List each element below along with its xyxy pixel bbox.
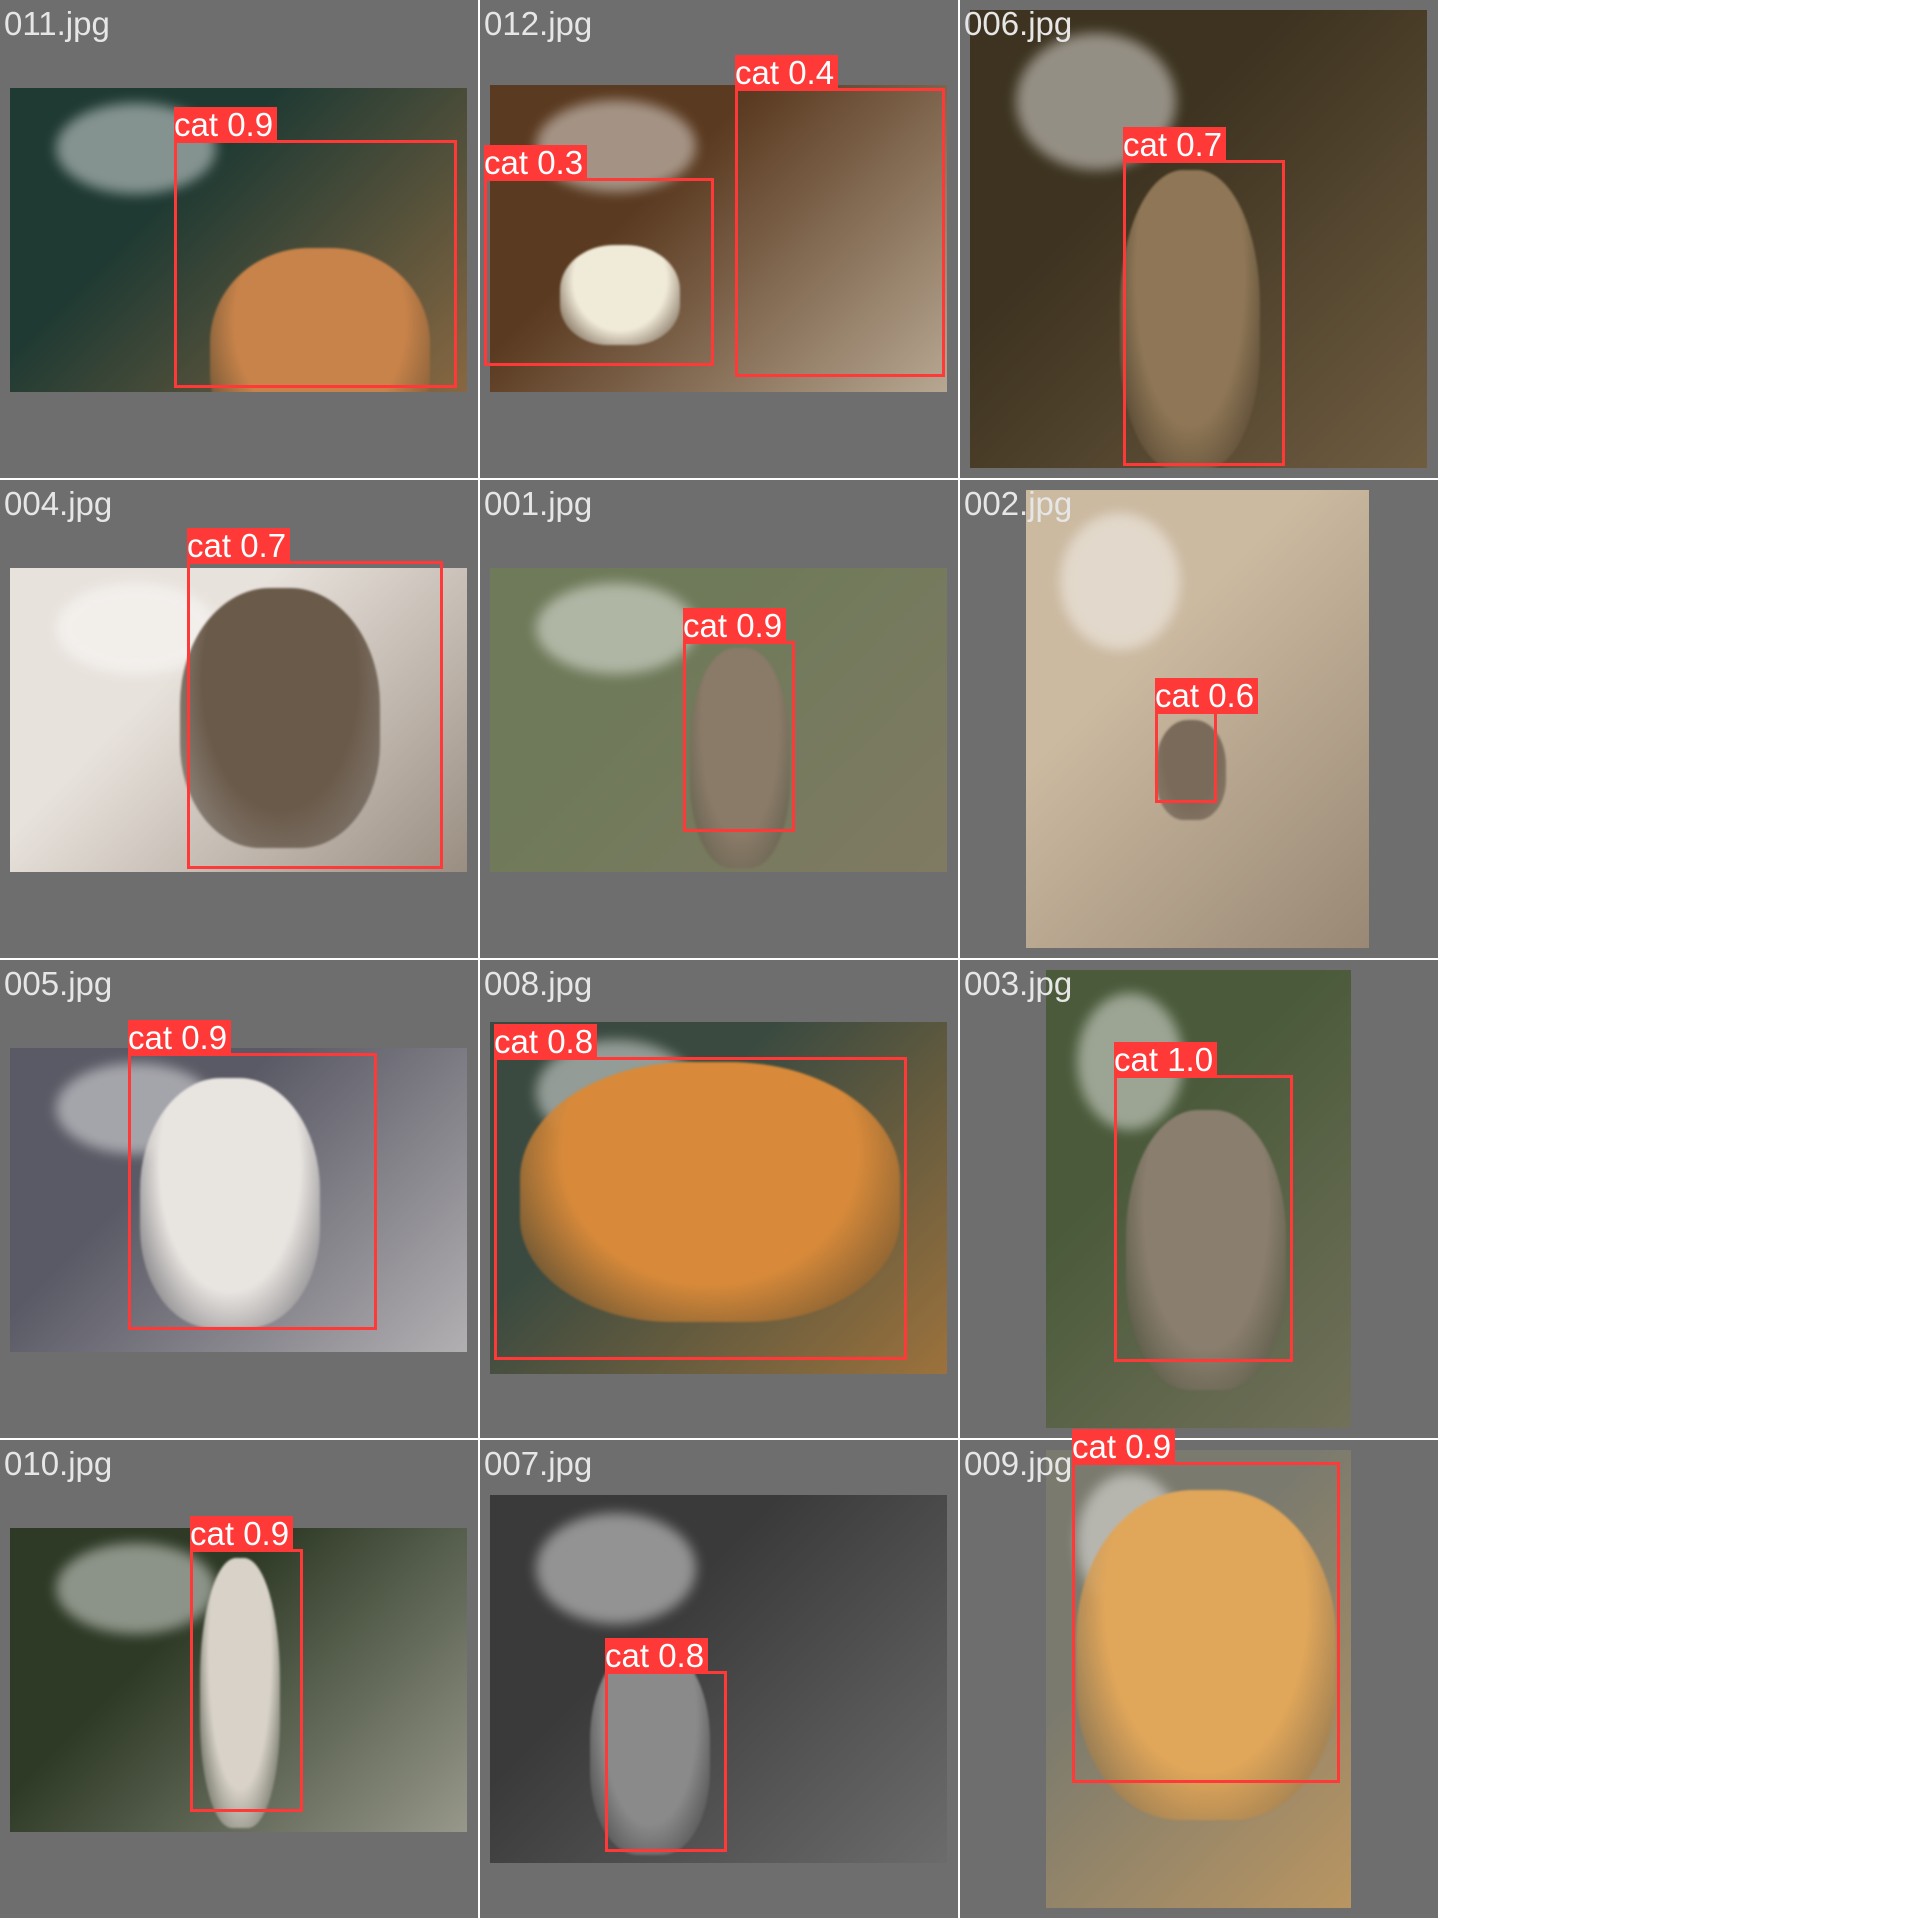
detection-box: cat 0.7 bbox=[187, 528, 443, 869]
detection-label: cat 0.7 bbox=[1123, 127, 1227, 163]
image-filename: 009.jpg bbox=[964, 1445, 1073, 1482]
detection-label: cat 0.3 bbox=[484, 145, 588, 181]
detection-box: cat 1.0 bbox=[1114, 1042, 1293, 1362]
detection-box: cat 0.8 bbox=[605, 1638, 727, 1852]
image-filename: 001.jpg bbox=[484, 485, 593, 522]
detection-label: cat 0.9 bbox=[1072, 1429, 1176, 1465]
detection-label: cat 1.0 bbox=[1114, 1042, 1218, 1078]
detection-label: cat 0.8 bbox=[605, 1638, 709, 1674]
detection-label: cat 0.8 bbox=[494, 1024, 598, 1060]
detection-results-grid: 011.jpg cat 0.9 012.jpg cat 0.4 cat 0.3 006.j… bbox=[0, 0, 1920, 1920]
detection-label: cat 0.9 bbox=[128, 1020, 232, 1056]
image-filename: 003.jpg bbox=[964, 965, 1073, 1002]
detection-box: cat 0.6 bbox=[1155, 678, 1259, 803]
detection-label: cat 0.9 bbox=[174, 107, 278, 143]
image-filename: 005.jpg bbox=[4, 965, 113, 1002]
detection-box: cat 0.9 bbox=[128, 1020, 377, 1330]
detection-box: cat 0.9 bbox=[190, 1516, 303, 1812]
image-filename: 007.jpg bbox=[484, 1445, 593, 1482]
detection-label: cat 0.4 bbox=[735, 55, 839, 91]
detection-label: cat 0.6 bbox=[1155, 678, 1259, 714]
detection-box: cat 0.8 bbox=[494, 1024, 907, 1360]
image-filename: 006.jpg bbox=[964, 5, 1073, 42]
detection-box: cat 0.9 bbox=[1072, 1429, 1340, 1783]
detection-box: cat 0.9 bbox=[174, 107, 457, 388]
detection-label: cat 0.9 bbox=[190, 1516, 294, 1552]
detection-label: cat 0.7 bbox=[187, 528, 291, 564]
image-filename: 002.jpg bbox=[964, 485, 1073, 522]
image-filename: 012.jpg bbox=[484, 5, 593, 42]
detection-box: cat 0.3 bbox=[484, 145, 714, 366]
image-filename: 011.jpg bbox=[4, 5, 110, 42]
image-filename: 004.jpg bbox=[4, 485, 113, 522]
detection-label: cat 0.9 bbox=[683, 608, 787, 644]
detection-box: cat 0.7 bbox=[1123, 127, 1285, 466]
image-filename: 010.jpg bbox=[4, 1445, 113, 1482]
detection-box: cat 0.9 bbox=[683, 608, 795, 832]
image-filename: 008.jpg bbox=[484, 965, 593, 1002]
detection-box: cat 0.4 bbox=[735, 55, 945, 377]
